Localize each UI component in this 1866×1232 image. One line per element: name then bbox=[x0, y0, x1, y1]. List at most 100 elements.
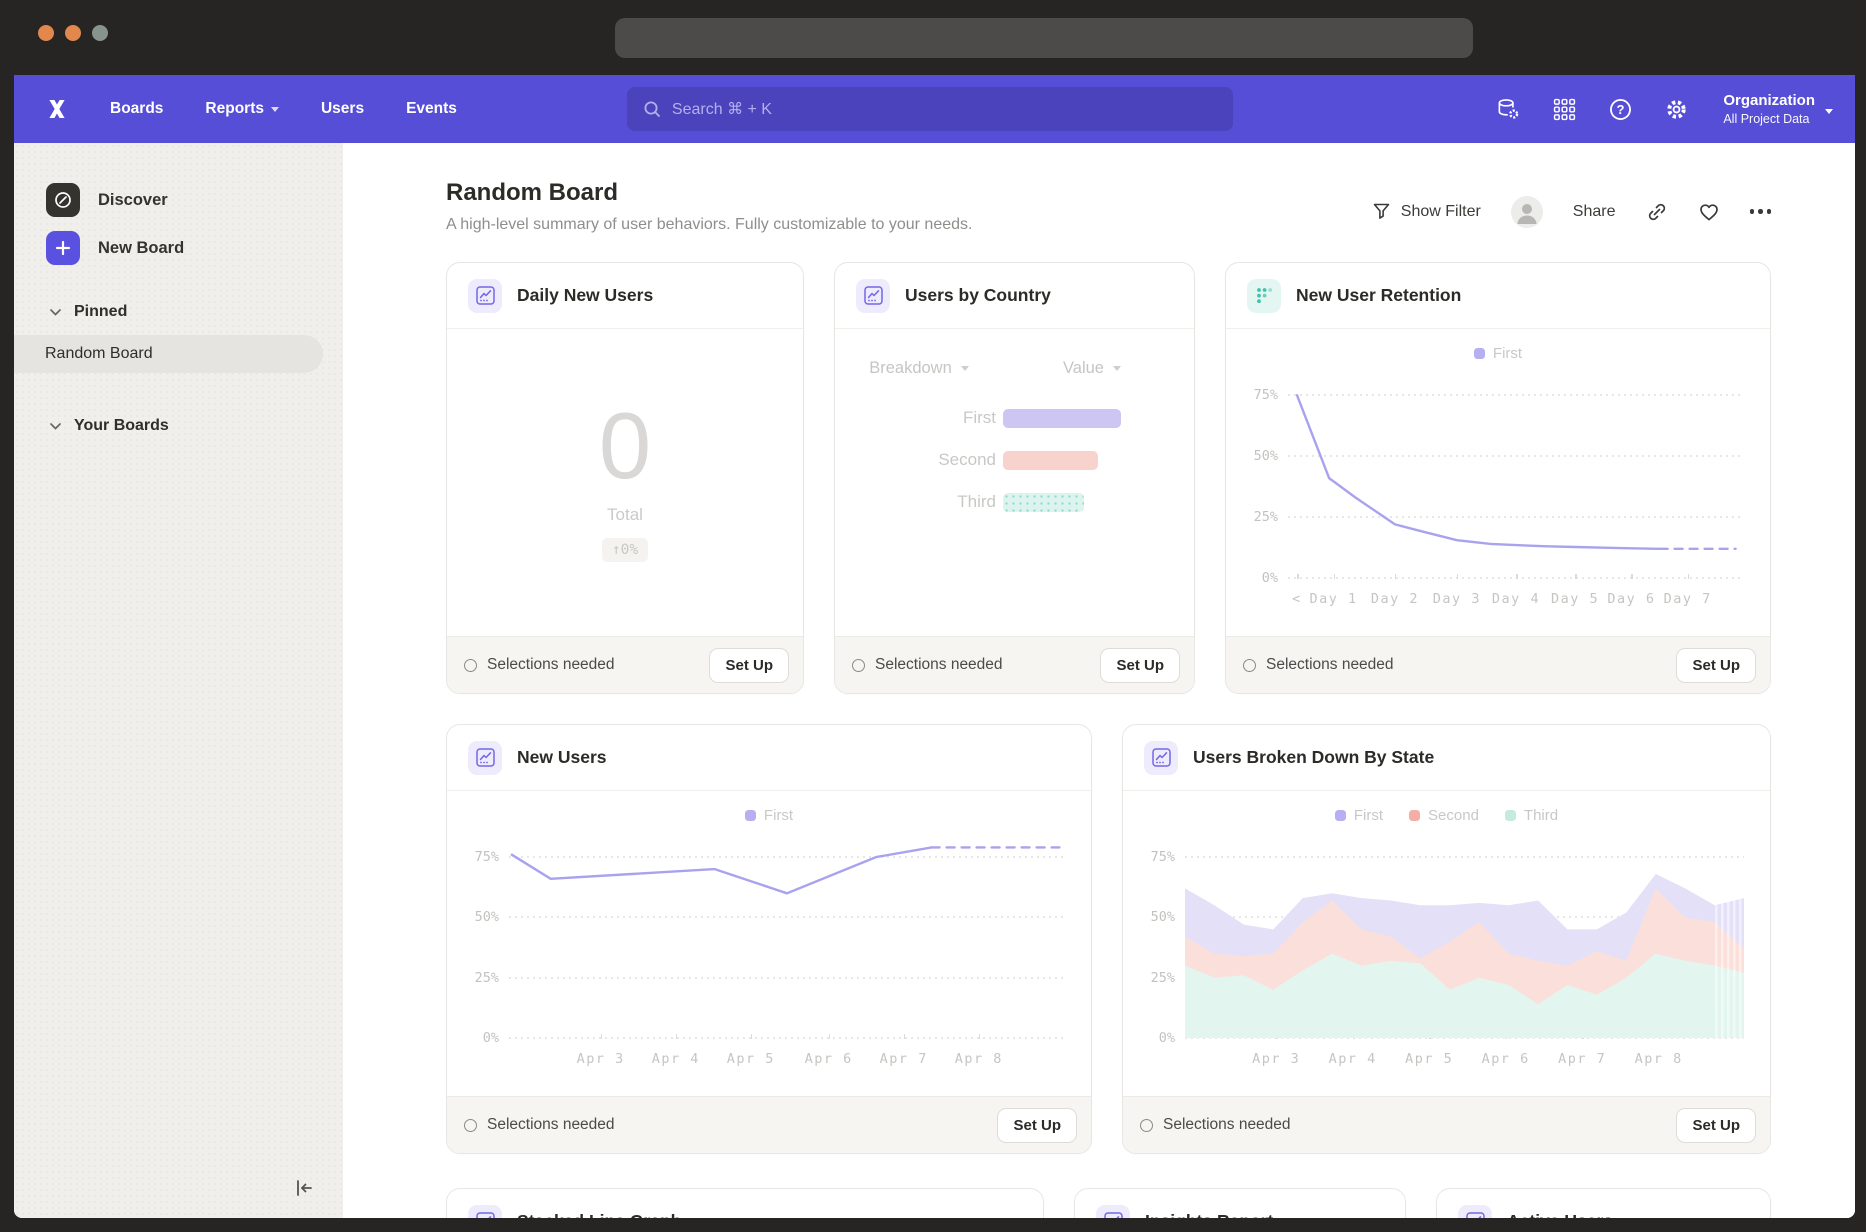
card-title: Insights Report bbox=[1145, 1211, 1273, 1218]
line-chart-icon bbox=[1096, 1205, 1130, 1219]
metric-block: 0 Total ↑0% bbox=[447, 329, 803, 636]
radio-circle-icon bbox=[852, 659, 865, 672]
search-icon bbox=[643, 100, 661, 118]
search-input[interactable]: Search ⌘ + K bbox=[627, 87, 1233, 131]
hbar-third bbox=[1003, 493, 1084, 512]
show-filter-button[interactable]: Show Filter bbox=[1372, 202, 1481, 221]
copy-link-icon[interactable] bbox=[1646, 201, 1668, 223]
titlebar bbox=[0, 0, 1866, 75]
radio-circle-icon bbox=[1243, 659, 1256, 672]
org-project: All Project Data bbox=[1723, 112, 1815, 127]
org-switcher[interactable]: Organization All Project Data bbox=[1723, 92, 1833, 127]
card-new-user-retention: New User Retention First75%50%25%0%<Day … bbox=[1225, 262, 1771, 694]
set-up-button[interactable]: Set Up bbox=[709, 648, 789, 683]
favorite-heart-icon[interactable] bbox=[1698, 201, 1720, 223]
discover-compass-icon bbox=[46, 183, 80, 217]
window-minimize-button[interactable] bbox=[65, 25, 81, 41]
card-users-by-state: Users Broken Down By State FirstSecondTh… bbox=[1122, 724, 1771, 1154]
card-new-users: New Users First75%50%25%0%Apr 3Apr 4Apr … bbox=[446, 724, 1092, 1154]
status-selections-needed: Selections needed bbox=[1140, 1116, 1291, 1134]
chevron-down-icon bbox=[1113, 366, 1121, 371]
new-users-line-chart: First75%50%25%0%Apr 3Apr 4Apr 5Apr 6Apr … bbox=[447, 791, 1091, 1096]
cards-row-2: New Users First75%50%25%0%Apr 3Apr 4Apr … bbox=[446, 724, 1771, 1154]
apps-grid-icon[interactable] bbox=[1551, 96, 1577, 122]
line-chart-icon bbox=[856, 279, 890, 313]
traffic-lights bbox=[38, 25, 108, 41]
breakdown-dropdown[interactable]: Breakdown bbox=[835, 359, 1003, 378]
set-up-button[interactable]: Set Up bbox=[1676, 648, 1756, 683]
sidebar-item-label: Random Board bbox=[45, 345, 153, 363]
card-title: Daily New Users bbox=[517, 285, 653, 306]
top-navbar: Boards Reports Users Events Search ⌘ + K bbox=[14, 75, 1855, 143]
card-title: Users by Country bbox=[905, 285, 1051, 306]
window-zoom-button[interactable] bbox=[92, 25, 108, 41]
filter-icon bbox=[1372, 202, 1391, 221]
card-title: New Users bbox=[517, 747, 607, 768]
app-window: Boards Reports Users Events Search ⌘ + K bbox=[14, 75, 1855, 1218]
search-placeholder: Search ⌘ + K bbox=[672, 99, 772, 119]
nav-items: Boards Reports Users Events bbox=[110, 100, 457, 118]
address-bar[interactable] bbox=[615, 18, 1473, 58]
hbar-row: First bbox=[835, 408, 1194, 428]
line-chart-icon bbox=[1144, 741, 1178, 775]
card-daily-new-users: Daily New Users 0 Total ↑0% Selections n… bbox=[446, 262, 804, 694]
page-title: Random Board bbox=[446, 179, 972, 207]
more-options-icon[interactable] bbox=[1750, 209, 1772, 214]
hbar-row: Second bbox=[835, 450, 1194, 470]
sidebar-item-discover[interactable]: Discover bbox=[14, 183, 343, 217]
nav-users[interactable]: Users bbox=[321, 100, 364, 118]
status-selections-needed: Selections needed bbox=[852, 656, 1003, 674]
hbar-second bbox=[1003, 451, 1098, 470]
card-title: Stacked Line Graph bbox=[517, 1211, 681, 1218]
card-title: Active Users bbox=[1507, 1211, 1613, 1218]
sidebar-section-pinned[interactable]: Pinned bbox=[14, 302, 343, 322]
set-up-button[interactable]: Set Up bbox=[1676, 1108, 1756, 1143]
chevron-down-icon bbox=[961, 366, 969, 371]
nav-events[interactable]: Events bbox=[406, 100, 457, 118]
nav-boards[interactable]: Boards bbox=[110, 100, 163, 118]
incomplete-data-overlay bbox=[1715, 888, 1744, 1038]
value-dropdown[interactable]: Value bbox=[1063, 359, 1121, 378]
status-selections-needed: Selections needed bbox=[464, 1116, 615, 1134]
retention-dots-icon bbox=[1247, 279, 1281, 313]
cards-row-3: Stacked Line Graph Insights Report bbox=[446, 1188, 1771, 1218]
sidebar-section-your-boards[interactable]: Your Boards bbox=[14, 416, 343, 436]
radio-circle-icon bbox=[464, 1119, 477, 1132]
stacked-area-chart: FirstSecondThird75%50%25%0%Apr 3Apr 4Apr… bbox=[1123, 791, 1770, 1096]
sidebar-item-random-board[interactable]: Random Board bbox=[14, 335, 323, 373]
set-up-button[interactable]: Set Up bbox=[1100, 648, 1180, 683]
card-active-users: Active Users bbox=[1436, 1188, 1771, 1218]
card-users-by-country: Users by Country Breakdown Value First bbox=[834, 262, 1195, 694]
status-selections-needed: Selections needed bbox=[1243, 656, 1394, 674]
sidebar-section-label: Your Boards bbox=[74, 417, 169, 435]
board-main: Random Board A high-level summary of use… bbox=[343, 143, 1855, 1218]
card-title: Users Broken Down By State bbox=[1193, 747, 1434, 768]
share-button[interactable]: Share bbox=[1573, 203, 1616, 221]
avatar[interactable] bbox=[1511, 196, 1543, 228]
sidebar-item-new-board[interactable]: New Board bbox=[14, 231, 343, 265]
data-management-icon[interactable] bbox=[1495, 96, 1521, 122]
collapse-sidebar-icon[interactable] bbox=[289, 1173, 319, 1206]
radio-circle-icon bbox=[1140, 1119, 1153, 1132]
chevron-down-icon bbox=[50, 309, 61, 316]
chevron-down-icon bbox=[1825, 109, 1833, 114]
settings-gear-icon[interactable] bbox=[1663, 96, 1689, 122]
chevron-down-icon bbox=[50, 423, 61, 430]
card-insights-report: Insights Report bbox=[1074, 1188, 1406, 1218]
set-up-button[interactable]: Set Up bbox=[997, 1108, 1077, 1143]
board-actions: Show Filter Share bbox=[1372, 189, 1771, 234]
sidebar-item-label: Discover bbox=[98, 191, 168, 210]
card-title: New User Retention bbox=[1296, 285, 1461, 306]
window-close-button[interactable] bbox=[38, 25, 54, 41]
nav-reports[interactable]: Reports bbox=[205, 100, 279, 118]
mixpanel-logo-icon[interactable] bbox=[44, 97, 70, 121]
status-selections-needed: Selections needed bbox=[464, 656, 615, 674]
help-icon[interactable]: ? bbox=[1607, 96, 1633, 122]
metric-delta-badge: ↑0% bbox=[602, 538, 648, 562]
svg-text:?: ? bbox=[1616, 102, 1624, 117]
hbar-row: Third bbox=[835, 492, 1194, 512]
metric-label: Total bbox=[607, 505, 643, 525]
page-subtitle: A high-level summary of user behaviors. … bbox=[446, 216, 972, 234]
retention-line-chart: First75%50%25%0%<Day 1Day 2Day 3Day 4Day… bbox=[1226, 329, 1770, 636]
hbar-list: First Second Third bbox=[835, 408, 1194, 512]
